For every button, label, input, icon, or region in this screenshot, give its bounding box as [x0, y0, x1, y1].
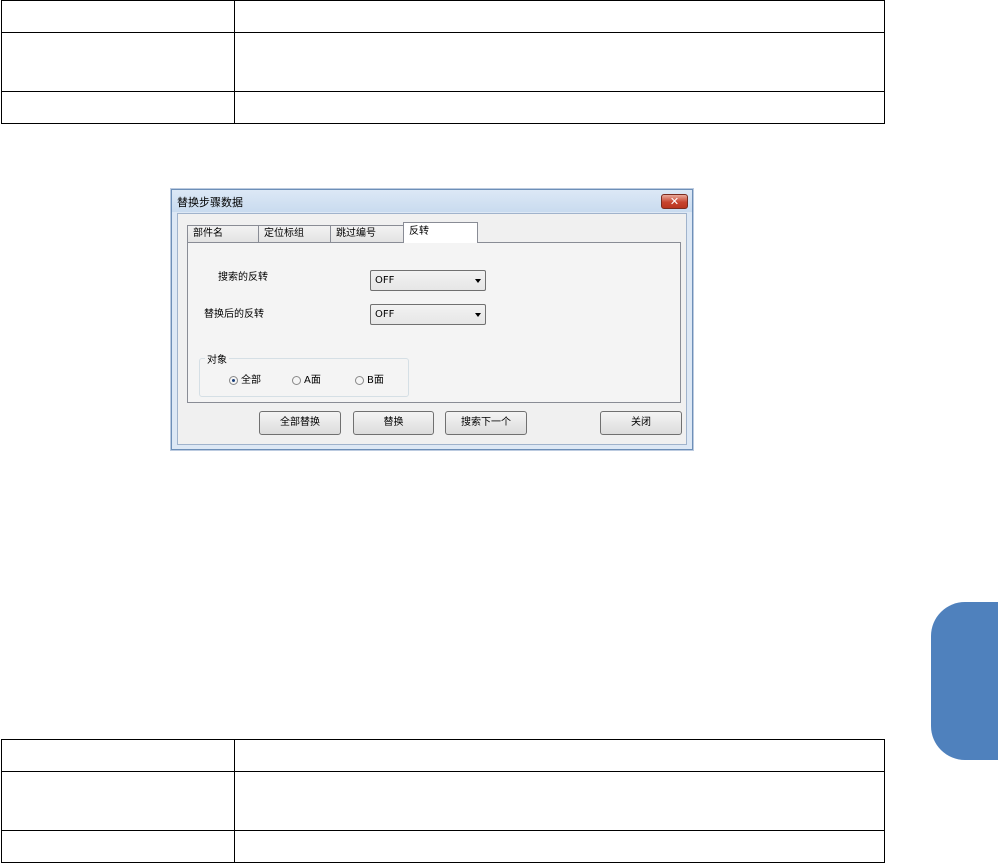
- radio-unselected-icon: [292, 375, 301, 385]
- radio-all[interactable]: 全部: [229, 375, 261, 386]
- radio-unselected-icon: [355, 375, 364, 385]
- replace-flip-select[interactable]: OFF: [370, 304, 486, 325]
- radio-selected-icon: [229, 375, 238, 385]
- chapter-side-tab: [931, 602, 998, 760]
- tab-label: 跳过编号: [336, 228, 376, 239]
- bottom-table: [1, 739, 885, 863]
- search-next-button[interactable]: 搜索下一个: [445, 411, 527, 435]
- search-flip-label: 搜索的反转: [218, 272, 268, 283]
- replace-step-data-dialog: 替换步骤数据 ✕ 部件名 定位标组 跳过编号 反转 搜索的反转 OFF 替换后的…: [171, 189, 693, 450]
- table-cell: [1, 32, 235, 92]
- search-flip-select[interactable]: OFF: [370, 270, 486, 291]
- table-cell: [1, 830, 235, 863]
- close-icon[interactable]: ✕: [661, 194, 688, 209]
- table-cell: [234, 91, 885, 124]
- flip-tab-panel: 搜索的反转 OFF 替换后的反转 OFF 对象 全部 A面 B面: [187, 242, 681, 403]
- tab-part-name[interactable]: 部件名: [187, 225, 263, 242]
- dialog-client-area: 部件名 定位标组 跳过编号 反转 搜索的反转 OFF 替换后的反转 OFF 对象: [177, 213, 687, 445]
- tab-label: 部件名: [193, 228, 223, 239]
- top-table: [1, 0, 885, 124]
- replace-flip-label: 替换后的反转: [204, 309, 264, 320]
- radio-b-side[interactable]: B面: [355, 375, 384, 386]
- table-cell: [1, 739, 235, 772]
- tab-flip[interactable]: 反转: [403, 222, 478, 243]
- tab-positioning-group[interactable]: 定位标组: [258, 225, 334, 242]
- radio-a-side[interactable]: A面: [292, 375, 321, 386]
- table-cell: [1, 771, 235, 831]
- table-cell: [1, 0, 235, 33]
- replace-flip-value: OFF: [375, 309, 395, 320]
- tab-label: 反转: [409, 226, 429, 237]
- dialog-title: 替换步骤数据: [177, 196, 243, 209]
- table-cell: [234, 0, 885, 33]
- radio-label: B面: [367, 375, 384, 386]
- chevron-down-icon: [475, 313, 481, 317]
- table-cell: [234, 771, 885, 831]
- tab-skip-number[interactable]: 跳过编号: [330, 225, 404, 242]
- close-button[interactable]: 关闭: [600, 411, 682, 435]
- radio-label: A面: [304, 375, 321, 386]
- target-group-title: 对象: [205, 351, 229, 366]
- chevron-down-icon: [475, 279, 481, 283]
- dialog-title-bar[interactable]: 替换步骤数据 ✕: [172, 190, 692, 212]
- search-flip-value: OFF: [375, 275, 395, 286]
- replace-all-button[interactable]: 全部替换: [259, 411, 341, 435]
- replace-button[interactable]: 替换: [353, 411, 434, 435]
- target-groupbox: 对象 全部 A面 B面: [199, 351, 409, 397]
- radio-label: 全部: [241, 375, 261, 386]
- tab-label: 定位标组: [264, 228, 304, 239]
- table-cell: [234, 830, 885, 863]
- table-cell: [234, 739, 885, 772]
- table-cell: [234, 32, 885, 92]
- table-cell: [1, 91, 235, 124]
